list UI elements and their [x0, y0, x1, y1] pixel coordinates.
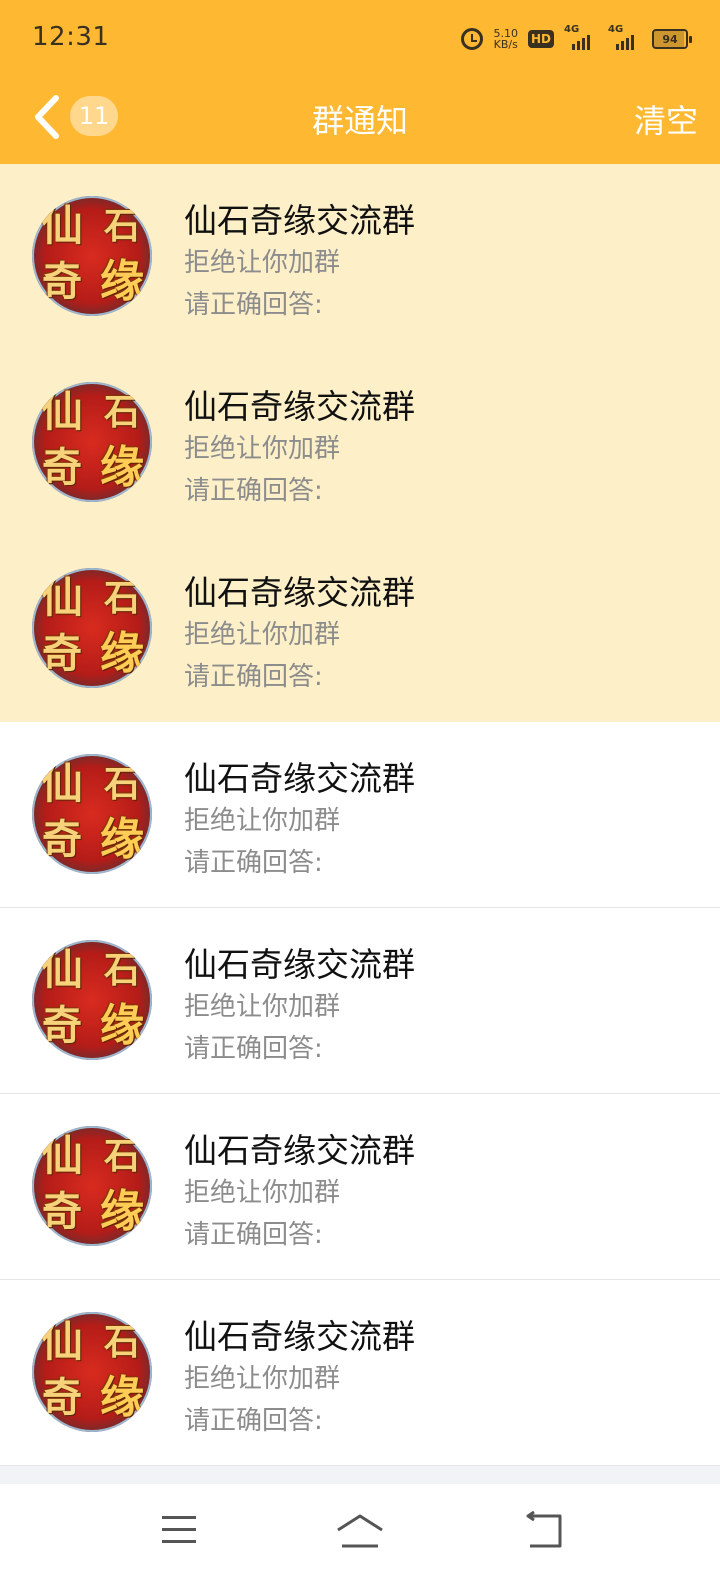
avatar-glyph: 奇	[42, 444, 82, 491]
notification-status: 拒绝让你加群	[184, 1364, 341, 1394]
signal-sim1-icon: 4G	[564, 24, 598, 50]
avatar-logo: 仙石奇缘	[32, 944, 152, 1056]
avatar-logo: 仙石奇缘	[32, 200, 152, 312]
menu-icon[interactable]	[150, 1508, 210, 1558]
app-header: 12:31 5.10 KB/s HD 4G 4G 94 11 群通知 清空	[0, 0, 720, 164]
status-time: 12:31	[32, 22, 110, 52]
status-bar: 12:31 5.10 KB/s HD 4G 4G 94	[0, 0, 720, 76]
notification-item[interactable]: 仙石奇缘仙石奇缘交流群 拒绝让你加群 请正确回答:	[0, 722, 720, 908]
system-nav-bar	[0, 1484, 720, 1584]
signal-sim2-icon: 4G	[608, 24, 642, 50]
group-name: 仙石奇缘交流群	[184, 1131, 415, 1170]
group-avatar[interactable]: 仙石奇缘	[32, 1312, 152, 1432]
notification-item[interactable]: 仙石奇缘仙石奇缘交流群 拒绝让你加群 请正确回答:	[0, 164, 720, 350]
avatar-glyph: 奇	[42, 1188, 82, 1235]
notification-item[interactable]: 仙石奇缘仙石奇缘交流群 拒绝让你加群 请正确回答:	[0, 1094, 720, 1280]
avatar-glyph: 仙	[40, 945, 83, 994]
alarm-icon	[461, 28, 484, 50]
avatar-glyph: 缘	[100, 256, 144, 307]
avatar-glyph: 奇	[42, 630, 82, 677]
avatar-glyph: 石	[103, 391, 140, 433]
notification-list: 仙石奇缘仙石奇缘交流群 拒绝让你加群 请正确回答: 仙石奇缘仙石奇缘交流群 拒绝让你加群…	[0, 164, 720, 1466]
group-name: 仙石奇缘交流群	[184, 1317, 415, 1356]
notification-item[interactable]: 仙石奇缘仙石奇缘交流群 拒绝让你加群 请正确回答:	[0, 1280, 720, 1466]
avatar-logo: 仙石奇缘	[32, 1130, 152, 1242]
group-avatar[interactable]: 仙石奇缘	[32, 382, 152, 502]
avatar-glyph: 缘	[100, 1000, 144, 1051]
group-name: 仙石奇缘交流群	[184, 387, 415, 426]
answer-prompt: 请正确回答:	[184, 1034, 323, 1064]
avatar-glyph: 石	[103, 577, 140, 619]
status-icons: 5.10 KB/s HD 4G 4G 94	[461, 24, 692, 54]
avatar-logo: 仙石奇缘	[32, 572, 152, 684]
back-icon[interactable]	[514, 1508, 574, 1558]
notification-status: 拒绝让你加群	[184, 992, 341, 1022]
notification-item[interactable]: 仙石奇缘仙石奇缘交流群 拒绝让你加群 请正确回答:	[0, 536, 720, 722]
notification-status: 拒绝让你加群	[184, 620, 341, 650]
nav-bar: 11 群通知 清空	[0, 76, 720, 164]
group-name: 仙石奇缘交流群	[184, 759, 415, 798]
group-avatar[interactable]: 仙石奇缘	[32, 754, 152, 874]
notification-item[interactable]: 仙石奇缘仙石奇缘交流群 拒绝让你加群 请正确回答:	[0, 908, 720, 1094]
group-name: 仙石奇缘交流群	[184, 573, 415, 612]
answer-prompt: 请正确回答:	[184, 1406, 323, 1436]
answer-prompt: 请正确回答:	[184, 476, 323, 506]
answer-prompt: 请正确回答:	[184, 290, 323, 320]
avatar-logo: 仙石奇缘	[32, 386, 152, 498]
group-avatar[interactable]: 仙石奇缘	[32, 940, 152, 1060]
avatar-glyph: 奇	[42, 258, 82, 305]
avatar-glyph: 石	[103, 1321, 140, 1363]
group-avatar[interactable]: 仙石奇缘	[32, 196, 152, 316]
answer-prompt: 请正确回答:	[184, 662, 323, 692]
avatar-glyph: 奇	[42, 816, 82, 863]
notification-status: 拒绝让你加群	[184, 434, 341, 464]
signal-sim2-label: 4G	[608, 24, 624, 35]
answer-prompt: 请正确回答:	[184, 848, 323, 878]
avatar-glyph: 缘	[100, 628, 144, 679]
notification-status: 拒绝让你加群	[184, 1178, 341, 1208]
avatar-glyph: 石	[103, 949, 140, 991]
avatar-glyph: 仙	[40, 573, 83, 622]
avatar-glyph: 仙	[40, 1131, 83, 1180]
network-speed: 5.10 KB/s	[493, 28, 518, 50]
avatar-glyph: 缘	[100, 814, 144, 865]
clear-button[interactable]: 清空	[634, 96, 698, 142]
hd-icon: HD	[527, 30, 554, 48]
notification-status: 拒绝让你加群	[184, 806, 341, 836]
avatar-glyph: 奇	[42, 1002, 82, 1049]
notification-item[interactable]: 仙石奇缘仙石奇缘交流群 拒绝让你加群 请正确回答:	[0, 350, 720, 536]
avatar-glyph: 仙	[40, 1317, 83, 1366]
notification-status: 拒绝让你加群	[184, 248, 341, 278]
group-name: 仙石奇缘交流群	[184, 945, 415, 984]
home-icon[interactable]	[330, 1508, 390, 1558]
avatar-logo: 仙石奇缘	[32, 758, 152, 870]
avatar-glyph: 石	[103, 1135, 140, 1177]
signal-sim1-label: 4G	[564, 24, 580, 35]
page-title: 群通知	[311, 102, 408, 140]
group-avatar[interactable]: 仙石奇缘	[32, 568, 152, 688]
avatar-glyph: 石	[103, 205, 140, 247]
avatar-logo: 仙石奇缘	[32, 1316, 152, 1428]
avatar-glyph: 仙	[40, 201, 83, 250]
avatar-glyph: 仙	[40, 759, 83, 808]
avatar-glyph: 仙	[40, 387, 83, 436]
group-name: 仙石奇缘交流群	[184, 201, 415, 240]
answer-prompt: 请正确回答:	[184, 1220, 323, 1250]
group-avatar[interactable]: 仙石奇缘	[32, 1126, 152, 1246]
avatar-glyph: 缘	[100, 1186, 144, 1237]
avatar-glyph: 缘	[100, 1372, 144, 1423]
avatar-glyph: 石	[103, 763, 140, 805]
battery-icon: 94	[652, 29, 692, 49]
avatar-glyph: 缘	[100, 442, 144, 493]
network-speed-unit: KB/s	[493, 38, 518, 51]
avatar-glyph: 奇	[42, 1374, 82, 1421]
